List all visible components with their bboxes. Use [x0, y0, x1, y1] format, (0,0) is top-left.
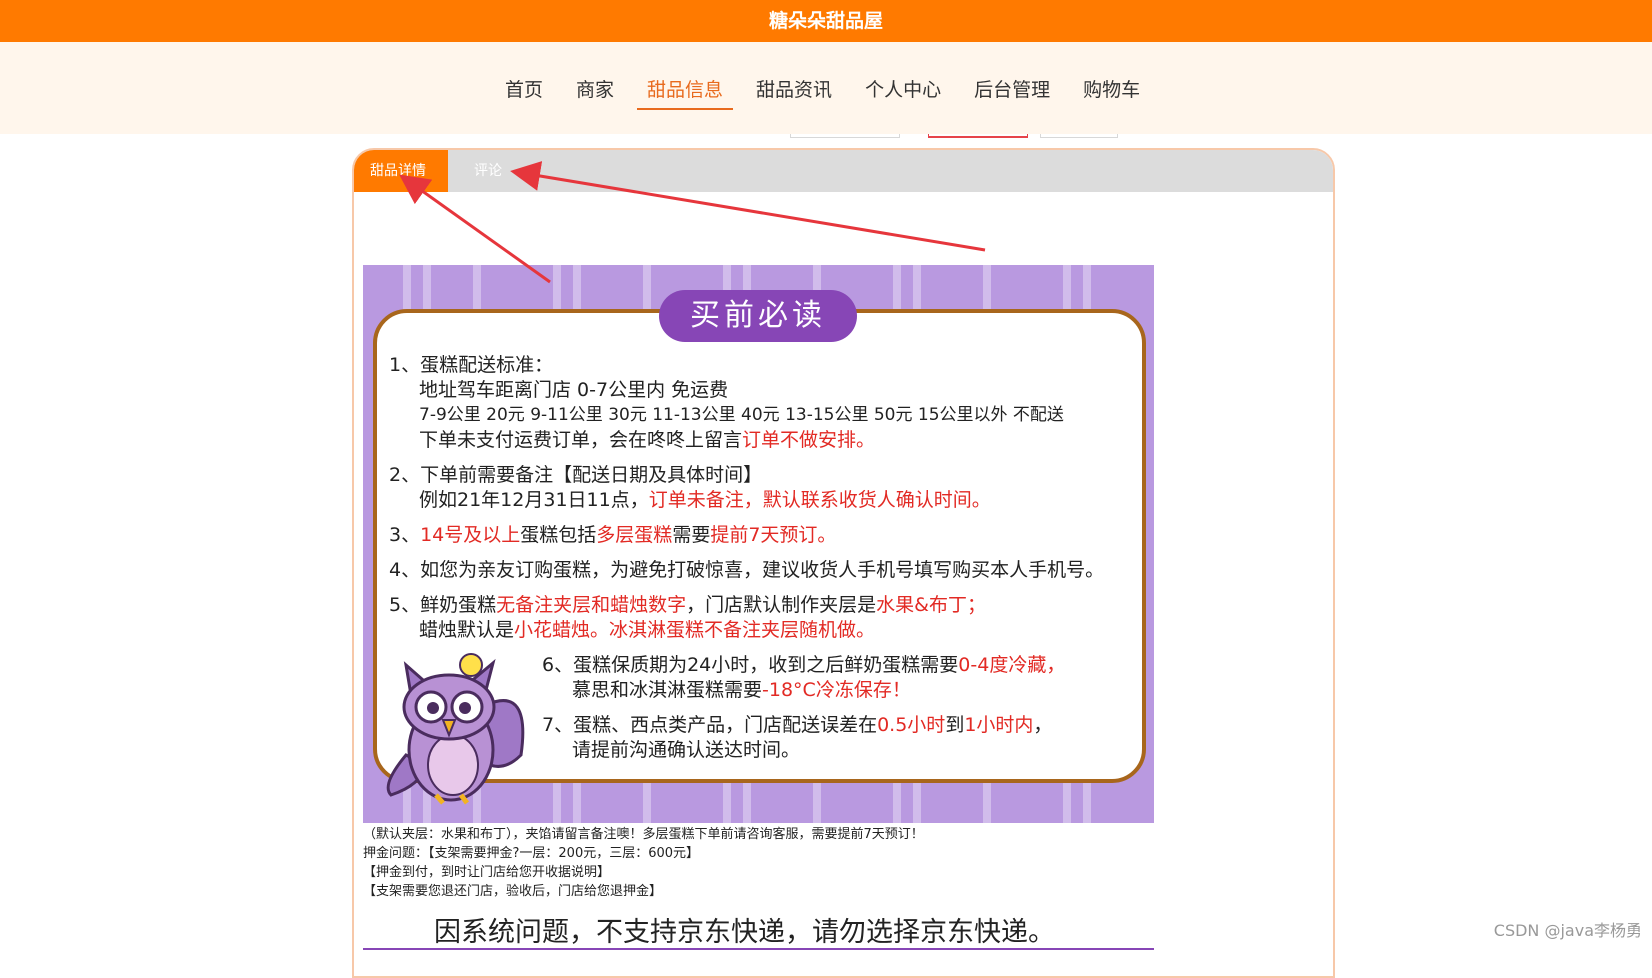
nav-bar: 首页 商家 甜品信息 甜品资讯 个人中心 后台管理 购物车 [0, 42, 1652, 134]
nav-profile[interactable]: 个人中心 [865, 75, 941, 110]
nav-merchants[interactable]: 商家 [576, 75, 614, 110]
rule-3: 3、14号及以上蛋糕包括多层蛋糕需要提前7天预订。 [389, 523, 1149, 548]
rule-5: 5、鲜奶蛋糕无备注夹层和蜡烛数字，门店默认制作夹层是水果&布丁； 蜡烛默认是小花… [389, 593, 1149, 643]
tab-dessert-detail[interactable]: 甜品详情 [354, 150, 448, 192]
nav-cart[interactable]: 购物车 [1083, 75, 1140, 110]
top-bar: 糖朵朵甜品屋 [0, 0, 1652, 42]
site-title: 糖朵朵甜品屋 [0, 6, 1652, 33]
rules-list-lower: 6、蛋糕保质期为24小时，收到之后鲜奶蛋糕需要0-4度冷藏， 慕思和冰淇淋蛋糕需… [542, 653, 1065, 773]
rule-2: 2、下单前需要备注【配送日期及具体时间】 例如21年12月31日11点，订单未备… [389, 463, 1149, 513]
divider [363, 948, 1154, 950]
note-deposit-refund: 【支架需要您退还门店，验收后，门店给您退押金】 [363, 882, 924, 901]
hidden-control [1040, 134, 1118, 138]
note-deposit: 押金问题：【支架需要押金?一层：200元，三层：600元】 [363, 844, 924, 863]
nav-home[interactable]: 首页 [505, 75, 543, 110]
note-filling: （默认夹层：水果和布丁），夹馅请留言备注噢！多层蛋糕下单前请咨询客服，需要提前7… [363, 825, 924, 844]
shipping-warning: 因系统问题，不支持京东快递，请勿选择京东快递。 [434, 910, 1055, 949]
note-deposit-receipt: 【押金到付，到时让门店给您开收据说明】 [363, 863, 924, 882]
product-detail-card: 甜品详情 评论 买前必读 1、蛋糕配送标准： 地址驾车距离门店 0-7公里内 免… [352, 148, 1335, 978]
owl-mascot-icon [381, 645, 531, 805]
rule-7: 7、蛋糕、西点类产品，门店配送误差在0.5小时到1小时内， 请提前沟通确认送达时… [542, 713, 1065, 763]
nav-dessert-info[interactable]: 甜品信息 [637, 75, 733, 110]
rule-4: 4、如您为亲友订购蛋糕，为避免打破惊喜，建议收货人手机号填写购买本人手机号。 [389, 558, 1149, 583]
tab-bar: 甜品详情 评论 [354, 150, 1333, 192]
rule-6: 6、蛋糕保质期为24小时，收到之后鲜奶蛋糕需要0-4度冷藏， 慕思和冰淇淋蛋糕需… [542, 653, 1065, 703]
nav-admin[interactable]: 后台管理 [974, 75, 1050, 110]
main-nav: 首页 商家 甜品信息 甜品资讯 个人中心 后台管理 购物车 [505, 75, 1173, 110]
rule-1: 1、蛋糕配送标准： 地址驾车距离门店 0-7公里内 免运费 7-9公里 20元 … [389, 353, 1149, 453]
order-notes: （默认夹层：水果和布丁），夹馅请留言备注噢！多层蛋糕下单前请咨询客服，需要提前7… [363, 825, 924, 901]
hidden-button [928, 134, 1028, 138]
tab-comment[interactable]: 评论 [458, 150, 518, 192]
rules-list: 1、蛋糕配送标准： 地址驾车距离门店 0-7公里内 免运费 7-9公里 20元 … [389, 353, 1149, 653]
hidden-control [790, 134, 900, 138]
watermark: CSDN @java李杨勇 [1494, 917, 1642, 941]
nav-dessert-news[interactable]: 甜品资讯 [756, 75, 832, 110]
banner-heading: 买前必读 [659, 290, 857, 342]
purchase-notice-banner: 买前必读 1、蛋糕配送标准： 地址驾车距离门店 0-7公里内 免运费 7-9公里… [363, 265, 1154, 823]
